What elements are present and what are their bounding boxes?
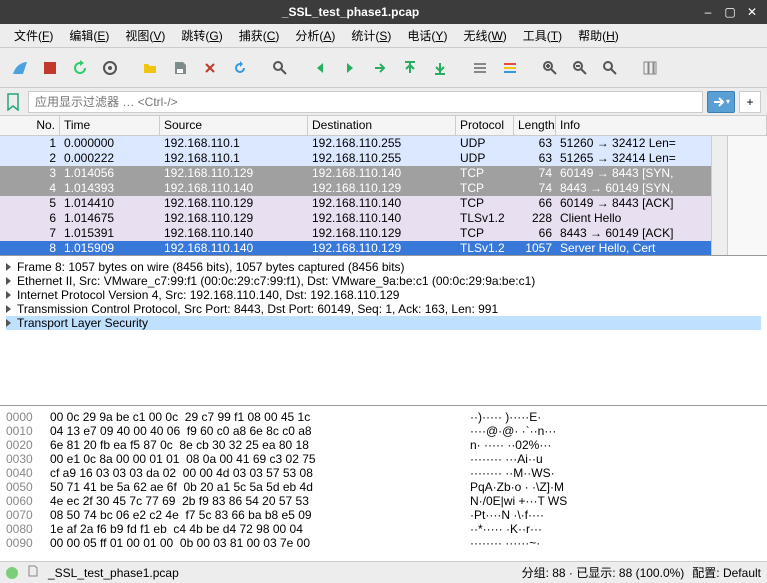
detail-tree-item[interactable]: Ethernet II, Src: VMware_c7:99:f1 (00:0c… (6, 274, 761, 288)
go-last-icon[interactable] (426, 54, 454, 82)
packet-list-header: No. Time Source Destination Protocol Len… (0, 116, 767, 136)
col-length[interactable]: Length (514, 116, 556, 135)
status-profile[interactable]: 配置: Default (692, 564, 761, 581)
status-packet-count: 分组: 88 · 已显示: 88 (100.0%) (522, 564, 685, 581)
menu-捕获[interactable]: 捕获(C) (231, 25, 288, 46)
window-title: _SSL_test_phase1.pcap (6, 5, 695, 19)
open-file-icon[interactable] (136, 54, 164, 82)
go-back-icon[interactable] (306, 54, 334, 82)
expand-arrow-icon[interactable] (6, 319, 11, 327)
minimize-button[interactable]: – (699, 3, 717, 21)
close-button[interactable]: ✕ (743, 3, 761, 21)
packet-row[interactable]: 51.014410192.168.110.129192.168.110.140T… (0, 196, 767, 211)
col-info[interactable]: Info (556, 116, 767, 135)
menu-统计[interactable]: 统计(S) (343, 25, 399, 46)
packet-row[interactable]: 20.000222192.168.110.1192.168.110.255UDP… (0, 151, 767, 166)
zoom-reset-icon[interactable] (596, 54, 624, 82)
go-forward-icon[interactable] (336, 54, 364, 82)
col-time[interactable]: Time (60, 116, 160, 135)
packet-bytes-pane[interactable]: 000000 0c 29 9a be c1 00 0c 29 c7 99 f1 … (0, 406, 767, 561)
hex-row[interactable]: 007008 50 74 bc 06 e2 c2 4e f7 5c 83 66 … (6, 508, 761, 522)
hex-row[interactable]: 00604e ec 2f 30 45 7c 77 69 2b f9 83 86 … (6, 494, 761, 508)
expand-arrow-icon[interactable] (6, 305, 11, 313)
reload-file-icon[interactable] (226, 54, 254, 82)
packet-row[interactable]: 10.000000192.168.110.1192.168.110.255UDP… (0, 136, 767, 151)
detail-tree-item[interactable]: Transport Layer Security (6, 316, 761, 330)
col-no[interactable]: No. (0, 116, 60, 135)
packet-details-pane[interactable]: Frame 8: 1057 bytes on wire (8456 bits),… (0, 256, 767, 406)
title-bar: _SSL_test_phase1.pcap – ▢ ✕ (0, 0, 767, 24)
display-filter-input[interactable] (28, 91, 703, 113)
packet-list-pane: No. Time Source Destination Protocol Len… (0, 116, 767, 256)
col-source[interactable]: Source (160, 116, 308, 135)
bookmark-icon[interactable] (6, 93, 24, 111)
detail-tree-item[interactable]: Frame 8: 1057 bytes on wire (8456 bits),… (6, 260, 761, 274)
packet-row[interactable]: 31.014056192.168.110.129192.168.110.140T… (0, 166, 767, 181)
packet-row[interactable]: 61.014675192.168.110.129192.168.110.140T… (0, 211, 767, 226)
detail-tree-item[interactable]: Transmission Control Protocol, Src Port:… (6, 302, 761, 316)
hex-row[interactable]: 00801e af 2a f6 b9 fd f1 eb c4 4b be d4 … (6, 522, 761, 536)
packet-row[interactable]: 71.015391192.168.110.140192.168.110.129T… (0, 226, 767, 241)
hex-row[interactable]: 000000 0c 29 9a be c1 00 0c 29 c7 99 f1 … (6, 410, 761, 424)
hex-row[interactable]: 0040cf a9 16 03 03 03 da 02 00 00 4d 03 … (6, 466, 761, 480)
menu-帮助[interactable]: 帮助(H) (570, 25, 627, 46)
go-to-packet-icon[interactable] (366, 54, 394, 82)
shark-fin-icon[interactable] (6, 54, 34, 82)
apply-filter-button[interactable]: ▾ (707, 91, 735, 113)
col-protocol[interactable]: Protocol (456, 116, 514, 135)
col-destination[interactable]: Destination (308, 116, 456, 135)
status-file-label: _SSL_test_phase1.pcap (48, 566, 514, 580)
go-first-icon[interactable] (396, 54, 424, 82)
find-icon[interactable] (266, 54, 294, 82)
menu-分析[interactable]: 分析(A) (287, 25, 343, 46)
menu-bar: 文件(F)编辑(E)视图(V)跳转(G)捕获(C)分析(A)统计(S)电话(Y)… (0, 24, 767, 48)
capture-file-properties-icon[interactable] (26, 564, 40, 581)
expert-info-icon[interactable] (6, 567, 18, 579)
expand-arrow-icon[interactable] (6, 291, 11, 299)
capture-options-icon[interactable] (96, 54, 124, 82)
main-toolbar (0, 48, 767, 88)
menu-工具[interactable]: 工具(T) (515, 25, 570, 46)
colorize-icon[interactable] (496, 54, 524, 82)
packet-row[interactable]: 41.014393192.168.110.140192.168.110.129T… (0, 181, 767, 196)
packet-list-scrollbar[interactable] (711, 136, 727, 255)
hex-row[interactable]: 005050 71 41 be 5a 62 ae 6f 0b 20 a1 5c … (6, 480, 761, 494)
hex-row[interactable]: 009000 00 05 ff 01 00 01 00 0b 00 03 81 … (6, 536, 761, 550)
menu-无线[interactable]: 无线(W) (455, 25, 514, 46)
zoom-out-icon[interactable] (566, 54, 594, 82)
menu-文件[interactable]: 文件(F) (6, 25, 61, 46)
stop-capture-icon[interactable] (36, 54, 64, 82)
status-bar: _SSL_test_phase1.pcap 分组: 88 · 已显示: 88 (… (0, 561, 767, 583)
expand-arrow-icon[interactable] (6, 277, 11, 285)
save-file-icon[interactable] (166, 54, 194, 82)
add-filter-button[interactable]: + (739, 91, 761, 113)
menu-视图[interactable]: 视图(V) (117, 25, 173, 46)
menu-电话[interactable]: 电话(Y) (399, 25, 455, 46)
packet-diagram-minimap (727, 136, 767, 255)
expand-arrow-icon[interactable] (6, 263, 11, 271)
close-file-icon[interactable] (196, 54, 224, 82)
resize-columns-icon[interactable] (636, 54, 664, 82)
auto-scroll-icon[interactable] (466, 54, 494, 82)
menu-跳转[interactable]: 跳转(G) (173, 25, 230, 46)
maximize-button[interactable]: ▢ (721, 3, 739, 21)
zoom-in-icon[interactable] (536, 54, 564, 82)
restart-capture-icon[interactable] (66, 54, 94, 82)
packet-row[interactable]: 81.015909192.168.110.140192.168.110.129T… (0, 241, 767, 256)
hex-row[interactable]: 001004 13 e7 09 40 00 40 06 f9 60 c0 a8 … (6, 424, 761, 438)
detail-tree-item[interactable]: Internet Protocol Version 4, Src: 192.16… (6, 288, 761, 302)
filter-bar: ▾ + (0, 88, 767, 116)
hex-row[interactable]: 00206e 81 20 fb ea f5 87 0c 8e cb 30 32 … (6, 438, 761, 452)
hex-row[interactable]: 003000 e1 0c 8a 00 00 01 01 08 0a 00 41 … (6, 452, 761, 466)
menu-编辑[interactable]: 编辑(E) (61, 25, 117, 46)
